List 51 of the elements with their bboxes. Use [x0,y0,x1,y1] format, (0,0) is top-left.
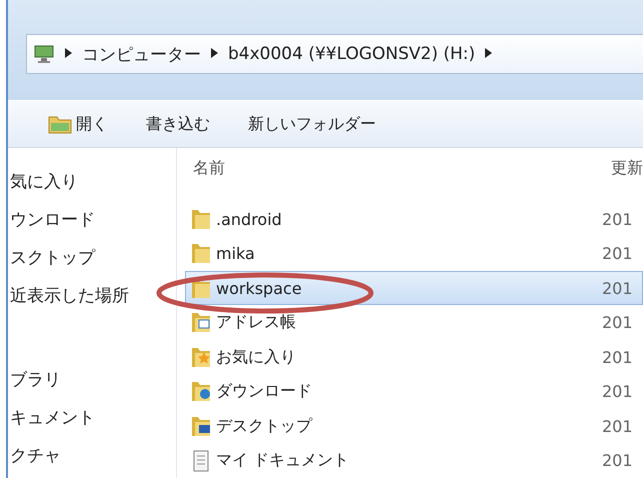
file-row[interactable]: お気に入り 201 [185,340,643,374]
column-header[interactable]: 更新 [611,158,643,202]
folder-icon [192,348,210,367]
folder-icon [192,313,210,332]
folder-icon [192,210,210,229]
toolbar-button[interactable]: 開く [48,114,108,134]
file-row[interactable]: ダウンロード 201 [185,374,643,409]
file-name: .android [216,210,282,229]
file-row[interactable]: .android 201 [185,202,643,236]
file-name: アドレス帳 [216,312,296,334]
address-bar[interactable]: コンピューター b4x0004 (¥¥LOGONSV2) (H:) [26,34,643,74]
file-row[interactable]: mika 201 [185,236,643,271]
date-cell: 201 [602,348,633,367]
sidebar-item[interactable]: キュメント [8,404,176,432]
date-cell: 201 [602,313,633,332]
date-cell: 201 [602,382,633,402]
sidebar-item[interactable]: 気に入り [8,168,176,196]
date-cell: 201 [602,210,633,229]
file-row[interactable]: workspace 201 [185,270,643,306]
folder-icon [192,244,210,264]
sidebar-item[interactable]: ウンロード [8,206,176,234]
computer-icon [33,44,55,64]
file-name: workspace [216,278,302,298]
sidebar-item[interactable]: ブラリ [8,366,176,394]
chevron-icon[interactable] [485,48,492,60]
file-name: デスクトップ [216,416,312,437]
folder-icon [48,114,72,134]
breadcrumb[interactable]: コンピューター [82,42,201,66]
sidebar-item[interactable]: 近表示した場所 [8,282,176,310]
file-name: ダウンロード [216,381,312,402]
file-name: mika [216,244,255,264]
chevron-icon[interactable] [65,48,72,60]
chevron-icon[interactable] [211,48,218,60]
sidebar-item[interactable]: スクトップ [8,244,176,272]
file-row[interactable]: デスクトップ 201 [185,408,643,444]
file-name: お気に入り [216,346,296,368]
file-name: マイ ドキュメント [216,450,350,472]
file-row[interactable]: アドレス帳 201 [185,305,643,340]
column-header[interactable]: 名前 [177,158,611,202]
date-cell: 201 [602,416,633,436]
document-icon [192,450,210,472]
folder-icon [192,416,210,436]
date-cell: 201 [602,244,633,264]
file-row[interactable]: マイ ドキュメント 201 [185,443,643,478]
date-cell: 201 [602,451,633,470]
breadcrumb[interactable]: b4x0004 (¥¥LOGONSV2) (H:) [228,44,476,64]
folder-icon [192,382,210,402]
toolbar-button[interactable]: 書き込む [146,114,210,134]
sidebar-item[interactable]: クチャ [8,442,176,470]
date-cell: 201 [602,278,633,298]
toolbar-button[interactable]: 新しいフォルダー [248,114,376,134]
